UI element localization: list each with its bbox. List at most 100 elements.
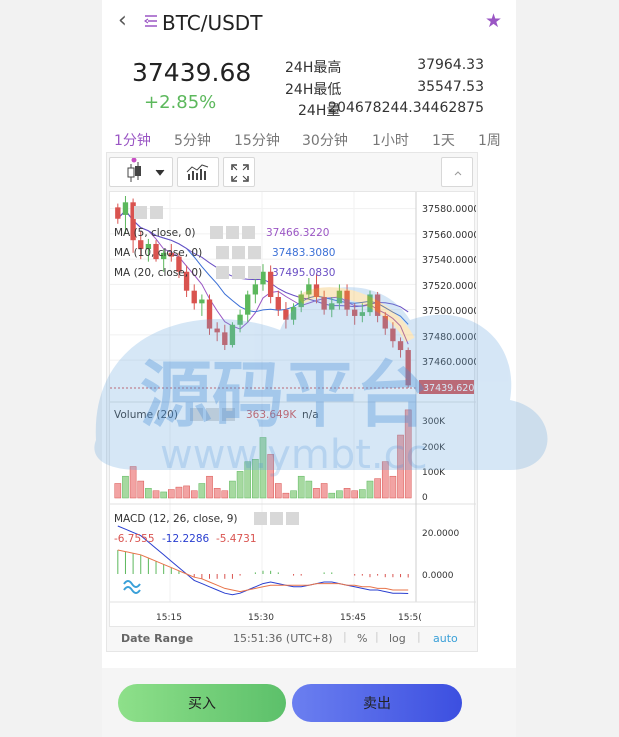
chart-type-button[interactable]	[109, 157, 173, 187]
close-icon[interactable]	[242, 226, 255, 239]
indicators-button[interactable]	[177, 157, 219, 187]
buy-button[interactable]: 买入	[118, 684, 286, 722]
candle-body	[275, 297, 281, 310]
bar-separator: |	[343, 630, 347, 643]
phone-screen: ‹ BTC/USDT ★ 37439.68 +2.85% 24H最高 37964…	[102, 0, 516, 737]
volume-bar	[404, 409, 412, 499]
chart-clock: 15:51:36 (UTC+8)	[233, 632, 333, 645]
candle-body	[283, 309, 289, 320]
time-tick: 15:45	[340, 613, 366, 623]
candle-body	[397, 341, 404, 351]
chart-plot-area[interactable]: 37439.6200 37580.0000 37560.0000 37540.0…	[109, 191, 480, 627]
volume-bar	[267, 454, 274, 499]
sell-button[interactable]: 卖出	[292, 684, 462, 722]
low-value: 35547.53	[417, 79, 484, 95]
tab-1week[interactable]: 1周	[478, 130, 501, 150]
close-icon[interactable]	[222, 408, 235, 421]
volume-bar	[320, 483, 328, 499]
high-value: 37964.33	[417, 57, 484, 73]
tab-30min[interactable]: 30分钟	[302, 130, 348, 150]
volume-bar	[168, 489, 175, 499]
price-tick: 37520.0000	[422, 281, 476, 292]
macd-legend: MACD (12, 26, close, 9) -6.7555 -12.2286…	[114, 512, 299, 545]
tab-1min[interactable]: 1分钟	[114, 130, 151, 150]
price-tick: 37560.0000	[422, 230, 476, 241]
tradingview-logo-icon	[123, 580, 141, 594]
log-toggle[interactable]: log	[389, 632, 406, 645]
ma-legend: MA (5, close, 0) 37466.3220 MA (10, clos…	[114, 206, 335, 279]
candle-body	[245, 294, 251, 315]
eye-icon[interactable]	[254, 512, 267, 525]
gear-icon[interactable]	[206, 408, 219, 421]
volume-bar	[206, 475, 213, 499]
volume-bar	[297, 475, 305, 499]
eye-icon[interactable]	[216, 266, 229, 279]
candlestick-icon	[127, 157, 165, 182]
date-range-button[interactable]: Date Range	[121, 632, 193, 645]
favorite-star-icon[interactable]: ★	[485, 10, 502, 32]
collapse-toolbar-button[interactable]	[441, 157, 473, 187]
tab-15min[interactable]: 15分钟	[234, 130, 280, 150]
fullscreen-button[interactable]	[223, 157, 255, 187]
tab-1hour[interactable]: 1小时	[372, 130, 409, 150]
volume-bar	[282, 492, 290, 499]
macd-signal-value: -5.4731	[216, 533, 257, 545]
price-tick: 37580.0000	[422, 204, 476, 215]
close-icon[interactable]	[248, 266, 261, 279]
gear-icon[interactable]	[232, 266, 245, 279]
volume-axis: 300K 200K 100K 0	[422, 417, 446, 503]
candle-body	[405, 350, 411, 386]
candle-body	[260, 271, 266, 285]
tab-1day[interactable]: 1天	[432, 130, 455, 150]
volume-value: 204678244.34462875	[328, 100, 484, 116]
volume-bar	[252, 459, 259, 499]
candle-body	[199, 299, 205, 304]
volume-bar	[236, 471, 244, 499]
candle-body	[115, 207, 121, 219]
last-price: 37439.68	[132, 58, 252, 87]
volume-tick: 200K	[422, 443, 446, 453]
fullscreen-icon	[231, 164, 249, 182]
tab-5min[interactable]: 5分钟	[174, 130, 211, 150]
pair-title: BTC/USDT	[162, 11, 263, 35]
macd-line-value: -12.2286	[162, 533, 210, 545]
volume-bar	[129, 466, 137, 499]
volume-bar	[198, 483, 206, 499]
volume-pane-na: n/a	[302, 409, 319, 421]
volume-tick: 300K	[422, 417, 446, 427]
volume-bar	[274, 483, 282, 499]
volume-bar	[175, 486, 183, 499]
bar-separator: |	[417, 630, 421, 643]
eye-icon[interactable]	[134, 206, 147, 219]
macd-tick: 0.0000	[422, 571, 454, 581]
macd-tick: 20.0000	[422, 529, 459, 539]
price-tick: 37460.0000	[422, 357, 476, 368]
candle-body	[367, 294, 373, 313]
percent-toggle[interactable]: %	[357, 632, 367, 645]
gear-icon[interactable]	[232, 246, 245, 259]
eye-icon[interactable]	[190, 408, 203, 421]
ma10-value: 37483.3080	[272, 247, 335, 259]
back-icon[interactable]: ‹	[118, 9, 127, 33]
auto-toggle[interactable]: auto	[433, 632, 458, 645]
gear-icon[interactable]	[270, 512, 283, 525]
price-change: +2.85%	[144, 92, 217, 113]
switch-pair-icon[interactable]	[144, 14, 158, 28]
chart-svg: 37439.6200 37580.0000 37560.0000 37540.0…	[110, 192, 480, 623]
volume-bar	[213, 488, 221, 499]
candle-body	[336, 290, 343, 304]
eye-icon[interactable]	[210, 226, 223, 239]
close-icon[interactable]	[286, 512, 299, 525]
close-icon[interactable]	[248, 246, 261, 259]
volume-bar	[336, 490, 343, 499]
volume-bar	[259, 437, 267, 499]
volume-tick: 100K	[422, 468, 446, 478]
volume-bar	[313, 488, 320, 499]
volume-bar	[183, 485, 190, 499]
gear-icon[interactable]	[150, 206, 163, 219]
candle-body	[122, 202, 129, 215]
volume-bar	[381, 461, 389, 499]
candle-body	[390, 328, 396, 342]
gear-icon[interactable]	[226, 226, 239, 239]
eye-icon[interactable]	[216, 246, 229, 259]
